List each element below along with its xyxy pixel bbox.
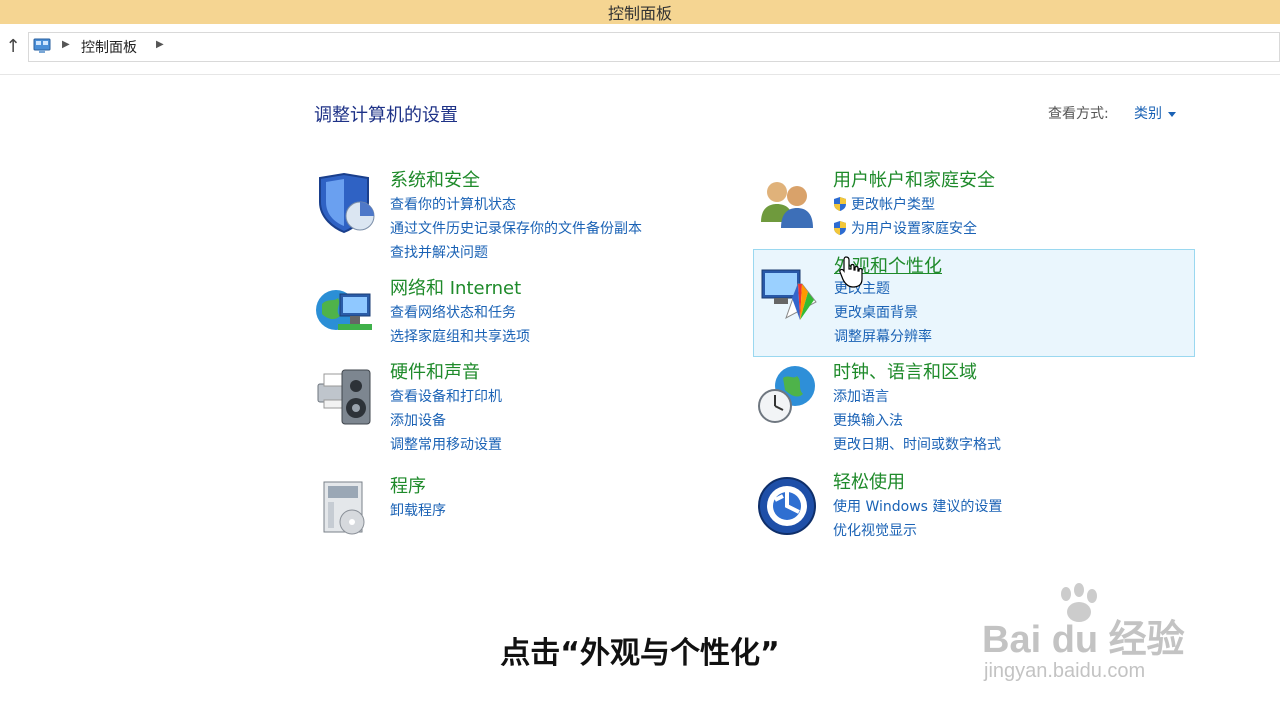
window-title-bar: 控制面板 xyxy=(0,0,1280,25)
programs-box-icon[interactable] xyxy=(314,478,376,540)
category-clock-language-region: 时钟、语言和区域 添加语言 更换输入法 更改日期、时间或数字格式 xyxy=(757,358,1197,464)
link-add-device[interactable]: 添加设备 xyxy=(390,410,502,434)
link-recommended-settings[interactable]: 使用 Windows 建议的设置 xyxy=(833,496,1002,520)
link-mobility-settings[interactable]: 调整常用移动设置 xyxy=(390,434,502,458)
link-label: 更改帐户类型 xyxy=(851,197,935,213)
link-optimize-visual-display[interactable]: 优化视觉显示 xyxy=(833,520,1002,544)
category-system-security: 系统和安全 查看你的计算机状态 通过文件历史记录保存你的文件备份副本 查找并解决… xyxy=(314,166,754,272)
link-desktop-background[interactable]: 更改桌面背景 xyxy=(834,302,932,326)
shield-icon[interactable] xyxy=(314,172,376,234)
category-title[interactable]: 程序 xyxy=(390,472,426,498)
view-by-value: 类别 xyxy=(1134,106,1162,122)
link-date-time-format[interactable]: 更改日期、时间或数字格式 xyxy=(833,434,1001,458)
link-change-account-type[interactable]: 更改帐户类型 xyxy=(833,194,977,218)
link-devices-printers[interactable]: 查看设备和打印机 xyxy=(390,386,502,410)
category-hardware-sound: 硬件和声音 查看设备和打印机 添加设备 调整常用移动设置 xyxy=(314,358,754,464)
dropdown-caret-icon xyxy=(1168,111,1176,117)
view-by-dropdown[interactable]: 类别 xyxy=(1134,103,1176,123)
view-by-label: 查看方式: xyxy=(1048,106,1109,122)
window-title: 控制面板 xyxy=(607,4,672,23)
address-bar: ↑ ▶ 控制面板 ▶ xyxy=(0,24,1280,74)
category-programs: 程序 卸载程序 xyxy=(314,472,754,578)
category-title[interactable]: 时钟、语言和区域 xyxy=(833,358,977,384)
page-title: 调整计算机的设置 xyxy=(314,105,458,126)
clock-globe-icon[interactable] xyxy=(757,364,819,426)
hand-cursor-icon xyxy=(839,256,863,288)
link-uninstall-program[interactable]: 卸载程序 xyxy=(390,500,446,524)
category-title[interactable]: 用户帐户和家庭安全 xyxy=(833,166,995,192)
address-field[interactable]: ▶ 控制面板 ▶ xyxy=(28,32,1280,62)
link-view-computer-status[interactable]: 查看你的计算机状态 xyxy=(390,194,642,218)
printer-speaker-icon[interactable] xyxy=(314,364,376,426)
link-label: 为用户设置家庭安全 xyxy=(851,221,977,237)
link-network-status[interactable]: 查看网络状态和任务 xyxy=(390,302,530,326)
link-file-history-backup[interactable]: 通过文件历史记录保存你的文件备份副本 xyxy=(390,218,642,242)
category-title[interactable]: 硬件和声音 xyxy=(390,358,480,384)
link-add-language[interactable]: 添加语言 xyxy=(833,386,1001,410)
link-homegroup-sharing[interactable]: 选择家庭组和共享选项 xyxy=(390,326,530,350)
uac-shield-icon xyxy=(834,221,846,235)
category-title[interactable]: 系统和安全 xyxy=(390,166,480,192)
breadcrumb-item-control-panel[interactable]: 控制面板 xyxy=(81,37,137,57)
uac-shield-icon xyxy=(834,197,846,211)
up-arrow-icon[interactable]: ↑ xyxy=(4,37,22,57)
category-appearance-personalization[interactable]: 外观和个性化 更改主题 更改桌面背景 调整屏幕分辨率 xyxy=(753,249,1195,357)
baidu-watermark: Bai du 经验 jingyan.baidu.com xyxy=(982,580,1222,690)
link-change-input-method[interactable]: 更换输入法 xyxy=(833,410,1001,434)
category-ease-of-access: 轻松使用 使用 Windows 建议的设置 优化视觉显示 xyxy=(757,468,1197,574)
breadcrumb-chevron-icon[interactable]: ▶ xyxy=(156,39,164,50)
watermark-url: jingyan.baidu.com xyxy=(984,660,1146,682)
control-panel-icon xyxy=(33,38,51,53)
users-icon[interactable] xyxy=(757,172,819,234)
category-title[interactable]: 网络和 Internet xyxy=(390,274,521,300)
watermark-brand: Bai du 经验 xyxy=(982,619,1185,661)
divider xyxy=(0,74,1280,75)
breadcrumb-chevron-icon[interactable]: ▶ xyxy=(62,39,70,50)
ease-of-access-icon[interactable] xyxy=(757,474,819,536)
category-title[interactable]: 轻松使用 xyxy=(833,468,905,494)
appearance-palette-icon[interactable] xyxy=(758,262,820,324)
link-screen-resolution[interactable]: 调整屏幕分辨率 xyxy=(834,326,932,350)
network-globe-icon[interactable] xyxy=(314,280,376,342)
link-troubleshoot[interactable]: 查找并解决问题 xyxy=(390,242,642,266)
link-family-safety[interactable]: 为用户设置家庭安全 xyxy=(833,218,977,242)
